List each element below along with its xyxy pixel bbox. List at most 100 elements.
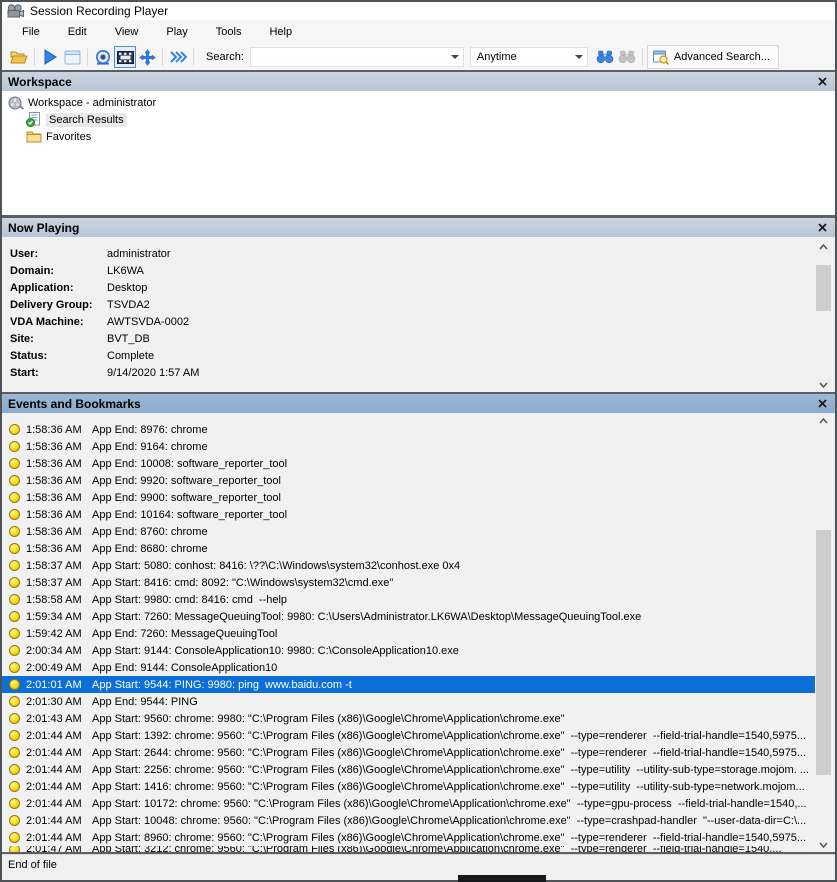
now-playing-fields: User:administratorDomain:LK6WAApplicatio… — [2, 237, 835, 400]
chevron-down-icon — [575, 55, 583, 59]
now-playing-panel-header: Now Playing — [2, 218, 835, 237]
session-recording-player-window: Session Recording Player File Edit View … — [0, 0, 837, 882]
menu-help[interactable]: Help — [255, 23, 306, 41]
search-label: Search: — [206, 51, 244, 63]
event-row[interactable]: 1:58:36 AMApp End: 10008: software_repor… — [2, 455, 815, 472]
event-time: 2:01:44 AM — [26, 781, 89, 793]
events-panel-body: 1:58:36 AMApp End: 8976: chrome1:58:36 A… — [2, 413, 835, 852]
event-row[interactable]: 1:59:42 AMApp End: 7260: MessageQueuingT… — [2, 625, 815, 642]
field-value: AWTSVDA-0002 — [107, 316, 189, 328]
chevrons-icon[interactable] — [167, 46, 189, 68]
event-row[interactable]: 1:58:36 AMApp End: 8760: chrome — [2, 523, 815, 540]
event-row[interactable]: 1:58:36 AMApp End: 9920: software_report… — [2, 472, 815, 489]
event-row[interactable]: 2:01:01 AMApp Start: 9544: PING: 9980: p… — [2, 676, 815, 693]
filmstrip-icon[interactable] — [114, 46, 136, 68]
play-icon[interactable] — [39, 46, 61, 68]
event-bullet-icon — [9, 509, 20, 520]
event-row[interactable]: 1:58:36 AMApp End: 8976: chrome — [2, 421, 815, 438]
scrollbar-thumb[interactable] — [816, 530, 831, 775]
search-results-icon — [26, 113, 42, 127]
scroll-down-icon[interactable] — [815, 837, 832, 852]
event-row[interactable]: 2:01:43 AMApp Start: 9560: chrome: 9980:… — [2, 710, 815, 727]
event-row[interactable]: 1:58:58 AMApp Start: 9980: cmd: 8416: cm… — [2, 591, 815, 608]
event-row[interactable]: 2:01:44 AMApp Start: 10048: chrome: 9560… — [2, 812, 815, 829]
event-row[interactable]: 1:58:36 AMApp End: 10164: software_repor… — [2, 506, 815, 523]
event-time: 1:58:36 AM — [26, 475, 89, 487]
menu-tools[interactable]: Tools — [202, 23, 256, 41]
window-title: Session Recording Player — [30, 4, 168, 18]
event-row[interactable]: 1:58:37 AMApp Start: 5080: conhost: 8416… — [2, 557, 815, 574]
event-text: App End: 9144: ConsoleApplication10 — [92, 662, 277, 674]
pan-icon[interactable] — [136, 46, 158, 68]
close-icon[interactable] — [815, 75, 829, 89]
find-binoculars-icon[interactable] — [594, 46, 616, 68]
field-value: LK6WA — [107, 265, 144, 277]
event-text: App Start: 5080: conhost: 8416: \??\C:\W… — [92, 560, 460, 572]
window-icon[interactable] — [61, 46, 83, 68]
menu-bar: File Edit View Play Tools Help — [2, 20, 835, 44]
event-text: App End: 8680: chrome — [92, 543, 208, 555]
event-text: App Start: 8960: chrome: 9560: "C:\Progr… — [92, 832, 806, 844]
find-binoculars-disabled-icon — [616, 46, 638, 68]
now-playing-scrollbar[interactable] — [815, 239, 832, 392]
menu-view[interactable]: View — [101, 23, 153, 41]
field-label: Delivery Group: — [10, 299, 107, 311]
time-filter-select[interactable]: Anytime — [470, 47, 588, 67]
event-bullet-icon — [9, 747, 20, 758]
event-row[interactable]: 1:59:34 AMApp Start: 7260: MessageQueuin… — [2, 608, 815, 625]
event-row[interactable]: 2:01:30 AMApp End: 9544: PING — [2, 693, 815, 710]
event-row[interactable]: 2:01:44 AMApp Start: 8960: chrome: 9560:… — [2, 829, 815, 846]
now-playing-field: VDA Machine:AWTSVDA-0002 — [2, 313, 835, 330]
tree-item-favorites[interactable]: Favorites — [2, 128, 835, 145]
event-time: 1:59:34 AM — [26, 611, 89, 623]
event-row[interactable]: 2:01:44 AMApp Start: 1416: chrome: 9560:… — [2, 778, 815, 795]
now-playing-field: Site:BVT_DB — [2, 330, 835, 347]
field-label: Domain: — [10, 265, 107, 277]
event-row[interactable]: 1:58:36 AMApp End: 9164: chrome — [2, 438, 815, 455]
events-scrollbar[interactable] — [815, 413, 832, 852]
event-row[interactable]: 1:58:36 AMApp End: 9900: software_report… — [2, 489, 815, 506]
menu-file[interactable]: File — [8, 23, 54, 41]
scroll-down-icon[interactable] — [815, 377, 832, 392]
title-bar: Session Recording Player — [2, 2, 835, 20]
advanced-search-button[interactable]: Advanced Search... — [647, 45, 779, 69]
scrollbar-thumb[interactable] — [816, 265, 831, 311]
event-text: App Start: 10172: chrome: 9560: "C:\Prog… — [92, 798, 807, 810]
event-time: 1:58:36 AM — [26, 543, 89, 555]
open-folder-icon[interactable] — [8, 46, 30, 68]
event-bullet-icon — [9, 645, 20, 656]
event-bullet-icon — [9, 475, 20, 486]
projector-icon[interactable] — [92, 46, 114, 68]
scroll-up-icon[interactable] — [815, 413, 832, 428]
event-text: App End: 9920: software_reporter_tool — [92, 475, 281, 487]
event-row[interactable]: 2:00:34 AMApp Start: 9144: ConsoleApplic… — [2, 642, 815, 659]
close-icon[interactable] — [815, 221, 829, 235]
tree-item-workspace-root[interactable]: Workspace - administrator — [2, 94, 835, 111]
field-label: VDA Machine: — [10, 316, 107, 328]
event-row[interactable]: 2:01:44 AMApp Start: 1392: chrome: 9560:… — [2, 727, 815, 744]
chevron-down-icon — [451, 55, 459, 59]
event-text: App Start: 8416: cmd: 8092: "C:\Windows\… — [92, 577, 393, 589]
scroll-up-icon[interactable] — [815, 239, 832, 254]
event-row[interactable]: 1:58:36 AMApp End: 8680: chrome — [2, 540, 815, 557]
search-input[interactable] — [250, 47, 464, 67]
field-value: 9/14/2020 1:57 AM — [107, 367, 199, 379]
event-row[interactable]: 2:01:44 AMApp Start: 10172: chrome: 9560… — [2, 795, 815, 812]
now-playing-field: Delivery Group:TSVDA2 — [2, 296, 835, 313]
event-row[interactable]: 2:01:44 AMApp Start: 2256: chrome: 9560:… — [2, 761, 815, 778]
event-time: 1:58:58 AM — [26, 594, 89, 606]
close-icon[interactable] — [815, 397, 829, 411]
menu-edit[interactable]: Edit — [54, 23, 101, 41]
event-row[interactable]: 2:00:49 AMApp End: 9144: ConsoleApplicat… — [2, 659, 815, 676]
events-panel-header: Events and Bookmarks — [2, 394, 835, 413]
event-bullet-icon — [9, 662, 20, 673]
event-bullet-icon — [9, 441, 20, 452]
event-row[interactable]: 1:58:37 AMApp Start: 8416: cmd: 8092: "C… — [2, 574, 815, 591]
field-label: Status: — [10, 350, 107, 362]
event-text: App End: 9900: software_reporter_tool — [92, 492, 281, 504]
tree-item-label: Search Results — [46, 113, 127, 127]
tree-item-search-results[interactable]: Search Results — [2, 111, 835, 128]
menu-play[interactable]: Play — [152, 23, 201, 41]
event-time: 1:58:36 AM — [26, 441, 89, 453]
event-row[interactable]: 2:01:44 AMApp Start: 2644: chrome: 9560:… — [2, 744, 815, 761]
